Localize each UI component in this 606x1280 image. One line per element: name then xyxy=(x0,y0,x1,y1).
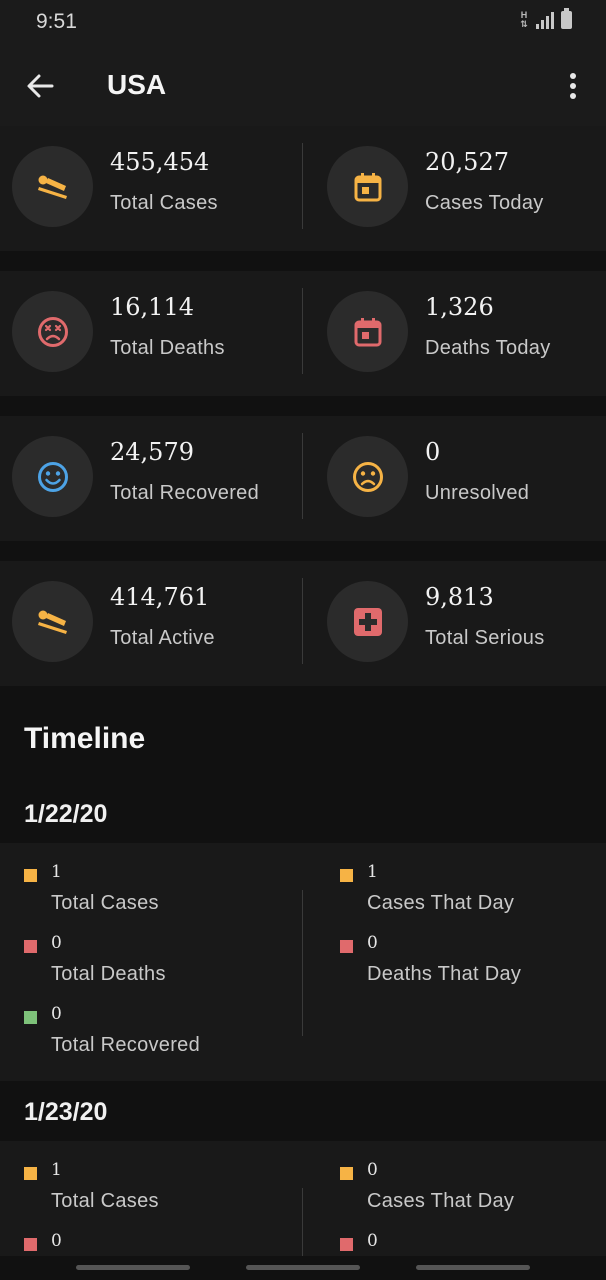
timeline-heading: Timeline xyxy=(24,722,146,755)
red-legend-square xyxy=(24,940,37,953)
stat-total-active: 414,761 Total Active xyxy=(0,561,303,686)
status-bar: 9:51 H ⇅ xyxy=(0,0,606,46)
stat-label: Total Recovered xyxy=(110,482,260,504)
timeline-date: 1/23/20 xyxy=(24,1098,108,1126)
stat-label: Unresolved xyxy=(425,482,530,504)
system-icons: H ⇅ xyxy=(519,8,572,29)
divider xyxy=(302,890,303,1036)
stat-value: 16,114 xyxy=(110,293,194,321)
patient-bed-icon xyxy=(37,175,67,199)
entry-label: Total Cases xyxy=(51,1190,159,1212)
entry-value: 1 xyxy=(367,862,378,882)
entry-label: Deaths That Day xyxy=(367,963,522,985)
timeline-total-deaths: 0 Total Deaths xyxy=(24,933,284,997)
entry-value: 0 xyxy=(367,1160,378,1180)
orange-legend-square xyxy=(340,869,353,882)
red-legend-square xyxy=(340,940,353,953)
entry-value: 0 xyxy=(367,1231,378,1251)
stat-label: Cases Today xyxy=(425,192,544,214)
entry-value: 0 xyxy=(51,1231,62,1251)
nav-home-handle[interactable] xyxy=(246,1265,360,1270)
stat-total-recovered: 24,579 Total Recovered xyxy=(0,416,303,541)
timeline-cases-that-day: 1 Cases That Day xyxy=(340,862,600,926)
entry-label: Total Cases xyxy=(51,892,159,914)
timeline-total-cases: 1 Total Cases xyxy=(24,862,284,926)
status-time: 9:51 xyxy=(36,10,77,33)
calendar-icon xyxy=(354,317,381,346)
stat-deaths-today: 1,326 Deaths Today xyxy=(315,271,606,396)
stat-value: 9,813 xyxy=(425,583,494,611)
page-title: USA xyxy=(107,69,167,100)
sad-face-icon xyxy=(352,461,383,492)
entry-label: Total Deaths xyxy=(51,963,166,985)
entry-value: 0 xyxy=(51,1004,62,1024)
timeline-total-recovered: 0 Total Recovered xyxy=(24,1004,284,1068)
entry-label: Total Recovered xyxy=(51,1034,201,1056)
stat-total-cases: 455,454 Total Cases xyxy=(0,126,303,251)
stat-value: 20,527 xyxy=(425,148,509,176)
stats-card-active: 414,761 Total Active 9,813 Total Serious xyxy=(0,561,606,686)
orange-legend-square xyxy=(24,1167,37,1180)
stat-value: 24,579 xyxy=(110,438,194,466)
orange-legend-square xyxy=(340,1167,353,1180)
stat-value: 0 xyxy=(425,438,441,466)
stat-value: 414,761 xyxy=(110,583,210,611)
divider xyxy=(302,578,303,664)
back-arrow-icon[interactable] xyxy=(22,70,58,102)
stat-value: 1,326 xyxy=(425,293,494,321)
patient-bed-icon xyxy=(37,610,67,634)
signal-icon xyxy=(536,11,554,29)
timeline-cases-that-day: 0 Cases That Day xyxy=(340,1160,600,1224)
network-type-icon: H ⇅ xyxy=(520,10,528,29)
red-legend-square xyxy=(24,1238,37,1251)
entry-value: 1 xyxy=(51,862,62,882)
timeline-total-cases: 1 Total Cases xyxy=(24,1160,284,1224)
stat-label: Total Active xyxy=(110,627,215,649)
divider xyxy=(302,433,303,519)
stat-label: Total Cases xyxy=(110,192,218,214)
orange-legend-square xyxy=(24,869,37,882)
stats-card-deaths: 16,114 Total Deaths 1,326 Deaths Today xyxy=(0,271,606,396)
app-bar: USA xyxy=(0,46,606,126)
nav-recents-handle[interactable] xyxy=(76,1265,190,1270)
entry-value: 0 xyxy=(367,933,378,953)
stats-card-recovered: 24,579 Total Recovered 0 Unresolved xyxy=(0,416,606,541)
dead-face-icon xyxy=(37,316,68,347)
nav-back-handle[interactable] xyxy=(416,1265,530,1270)
stat-cases-today: 20,527 Cases Today xyxy=(315,126,606,251)
stat-label: Total Deaths xyxy=(110,337,225,359)
calendar-icon xyxy=(354,172,381,201)
gesture-nav-bar xyxy=(0,1256,606,1280)
smile-face-icon xyxy=(37,461,68,492)
more-options-icon[interactable] xyxy=(560,70,586,102)
entry-value: 1 xyxy=(51,1160,62,1180)
stat-unresolved: 0 Unresolved xyxy=(315,416,606,541)
timeline-date: 1/22/20 xyxy=(24,800,108,828)
stat-value: 455,454 xyxy=(110,148,210,176)
green-legend-square xyxy=(24,1011,37,1024)
divider xyxy=(302,288,303,374)
stat-label: Deaths Today xyxy=(425,337,551,359)
medical-cross-icon xyxy=(353,607,382,636)
entry-label: Cases That Day xyxy=(367,892,515,914)
red-legend-square xyxy=(340,1238,353,1251)
entry-value: 0 xyxy=(51,933,62,953)
stat-label: Total Serious xyxy=(425,627,545,649)
entry-label: Cases That Day xyxy=(367,1190,515,1212)
stats-card-cases: 455,454 Total Cases 20,527 Cases Today xyxy=(0,126,606,251)
stat-total-serious: 9,813 Total Serious xyxy=(315,561,606,686)
timeline-day-card: 1 Total Cases 1 Cases That Day 0 Total D… xyxy=(0,843,606,1081)
divider xyxy=(302,143,303,229)
timeline-deaths-that-day: 0 Deaths That Day xyxy=(340,933,600,997)
battery-icon xyxy=(561,8,572,29)
stat-total-deaths: 16,114 Total Deaths xyxy=(0,271,303,396)
